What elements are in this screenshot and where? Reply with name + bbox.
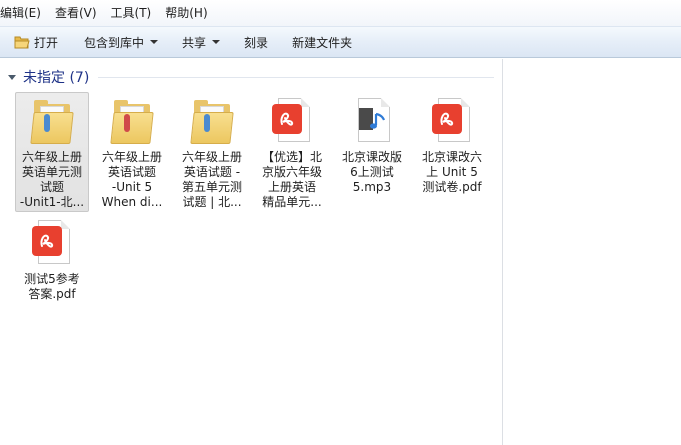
include-label: 包含到库中 xyxy=(84,35,145,50)
include-in-library-button[interactable]: 包含到库中 xyxy=(77,30,165,54)
collapse-arrow-icon[interactable] xyxy=(8,74,16,80)
file-name: 六年级上册 英语单元测 试题 -Unit1-北... xyxy=(19,150,85,209)
folder-icon xyxy=(28,96,76,148)
menu-help[interactable]: 帮助(H) xyxy=(158,2,214,24)
folder-icon xyxy=(188,96,236,148)
command-bar: 打开 包含到库中 共享 刻录 新建文件夹 xyxy=(0,26,681,58)
group-header[interactable]: 未指定 (7) xyxy=(8,67,89,87)
audio-file-icon xyxy=(348,96,396,148)
share-button[interactable]: 共享 xyxy=(175,30,227,54)
open-button[interactable]: 打开 xyxy=(7,30,65,54)
pdf-icon xyxy=(428,96,476,148)
group-divider xyxy=(98,77,494,78)
file-name: 【优选】北 京版六年级 上册英语 精品单元... xyxy=(261,150,322,209)
file-item[interactable]: 【优选】北 京版六年级 上册英语 精品单元... xyxy=(255,92,329,212)
share-label: 共享 xyxy=(182,35,207,50)
menu-bar: 编辑(E) 查看(V) 工具(T) 帮助(H) xyxy=(0,0,681,26)
file-name: 测试5参考 答案.pdf xyxy=(24,272,80,301)
file-name: 北京课改六上 Unit 5 测试卷.pdf xyxy=(421,150,482,194)
menu-tools[interactable]: 工具(T) xyxy=(104,2,159,24)
preview-pane xyxy=(503,59,681,445)
open-label: 打开 xyxy=(34,35,59,50)
new-folder-button[interactable]: 新建文件夹 xyxy=(285,30,359,54)
pdf-icon xyxy=(268,96,316,148)
file-item[interactable]: 六年级上册 英语试题 - 第五单元测 试题 | 北... xyxy=(175,92,249,212)
burn-button[interactable]: 刻录 xyxy=(237,30,275,54)
pdf-icon xyxy=(28,218,76,270)
menu-edit[interactable]: 编辑(E) xyxy=(0,2,48,24)
file-list-view[interactable]: 未指定 (7) 六年级上册 英语单元测 试题 -Unit1-北... 六年级上册 英语试… xyxy=(0,59,502,445)
file-name: 北京课改版 6上测试 5.mp3 xyxy=(341,150,402,194)
burn-label: 刻录 xyxy=(244,35,269,50)
chevron-down-icon xyxy=(150,40,159,44)
file-item[interactable]: 六年级上册 英语试题 -Unit 5 When di... xyxy=(95,92,169,212)
menu-view[interactable]: 查看(V) xyxy=(48,2,104,24)
new-folder-label: 新建文件夹 xyxy=(292,35,353,50)
file-name: 六年级上册 英语试题 - 第五单元测 试题 | 北... xyxy=(181,150,242,209)
chevron-down-icon xyxy=(212,40,221,44)
file-item[interactable]: 六年级上册 英语单元测 试题 -Unit1-北... xyxy=(15,92,89,212)
file-item[interactable]: 北京课改版 6上测试 5.mp3 xyxy=(335,92,409,212)
file-item[interactable]: 测试5参考 答案.pdf xyxy=(15,214,89,304)
file-item[interactable]: 北京课改六上 Unit 5 测试卷.pdf xyxy=(415,92,489,212)
group-title: 未指定 (7) xyxy=(23,70,90,86)
folder-icon xyxy=(108,96,156,148)
file-name: 六年级上册 英语试题 -Unit 5 When di... xyxy=(101,150,163,209)
open-folder-icon xyxy=(14,35,30,49)
